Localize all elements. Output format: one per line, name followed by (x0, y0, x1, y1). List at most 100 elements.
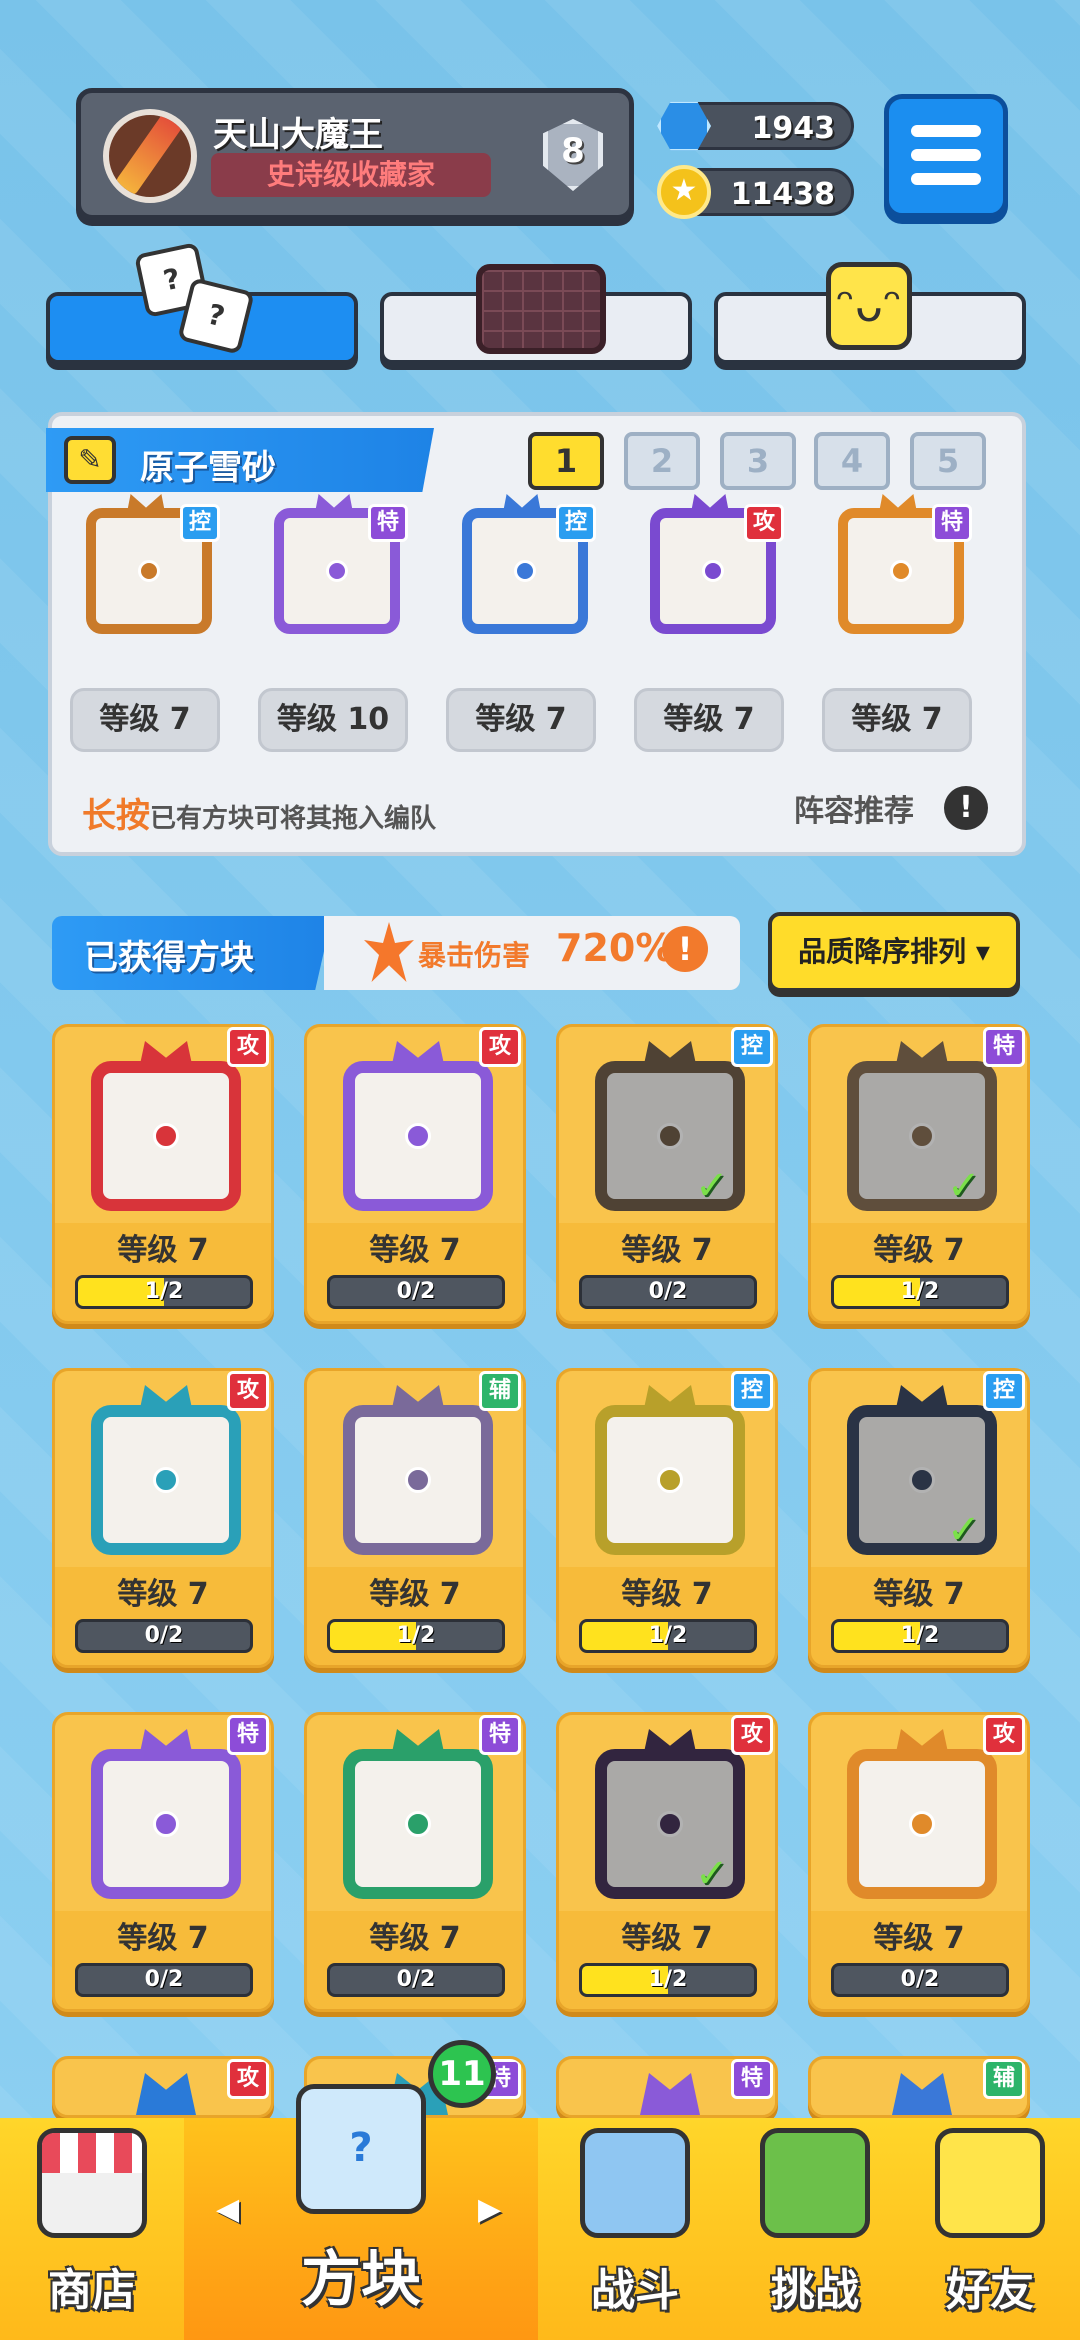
player-title-badge: 史诗级收藏家 (211, 153, 491, 197)
block-card[interactable]: 控 ✓ 等级 7 1/2 (808, 1368, 1030, 1668)
type-tag: 攻 (983, 1715, 1025, 1755)
nav-prev-icon[interactable]: ◀ (216, 2192, 239, 2227)
type-tag: 控 (180, 504, 220, 542)
nav-item-friends[interactable]: 好友 (900, 2118, 1080, 2340)
menu-icon (911, 125, 981, 137)
player-profile-card[interactable]: 天山大魔王 史诗级收藏家 8 (76, 88, 634, 220)
block-card[interactable]: 特 (556, 2056, 778, 2118)
lineup-card-level: 等级 7 (822, 688, 972, 752)
lineup-card[interactable]: 特 (264, 494, 408, 634)
upgrade-progress-bar: 0/2 (327, 1963, 505, 1997)
nav-label-challenge: 挑战 (771, 2265, 859, 2316)
upgrade-progress-text: 1/2 (648, 1967, 688, 1992)
upgrade-progress-text: 0/2 (396, 1279, 436, 1304)
board-icon (476, 264, 606, 354)
upgrade-progress-bar: 1/2 (579, 1619, 757, 1653)
nav-label-battle: 战斗 (591, 2265, 679, 2316)
owned-title: 已获得方块 (84, 938, 254, 978)
lineup-card[interactable]: 特 (828, 494, 972, 634)
upgrade-progress-text: 1/2 (648, 1623, 688, 1648)
lineup-card[interactable]: 控 (452, 494, 596, 634)
block-icon: ? (296, 2084, 426, 2214)
type-tag: 攻 (479, 1027, 521, 1067)
type-tag: 辅 (479, 1371, 521, 1411)
type-tag: 特 (227, 1715, 269, 1755)
lineup-slot-1[interactable]: 1 (528, 432, 604, 490)
block-card[interactable]: 辅 等级 7 1/2 (304, 1368, 526, 1668)
block-card[interactable]: 攻 (52, 2056, 274, 2118)
block-card[interactable]: 特 等级 7 0/2 (52, 1712, 274, 2012)
recommend-lineup-button[interactable]: 阵容推荐 (794, 786, 914, 830)
block-card[interactable]: 攻 等级 7 0/2 (304, 1024, 526, 1324)
hint-text: 已有方块可将其拖入编队 (150, 804, 437, 834)
notification-badge: 11 (428, 2040, 496, 2108)
type-tag: 攻 (227, 1371, 269, 1411)
challenge-icon (760, 2128, 870, 2238)
type-tag: 控 (983, 1371, 1025, 1411)
sort-dropdown[interactable]: 品质降序排列 ▾ (768, 912, 1020, 992)
battle-icon (580, 2128, 690, 2238)
block-level: 等级 7 (117, 1233, 209, 1268)
upgrade-progress-bar: 0/2 (831, 1963, 1009, 1997)
rank-badge[interactable]: 8 (533, 113, 613, 199)
lineup-card-level: 等级 10 (258, 688, 408, 752)
lineup-name[interactable]: 原子雪砂 (140, 440, 276, 489)
crit-label: 暴击伤害 (418, 939, 531, 972)
upgrade-progress-bar: 1/2 (75, 1275, 253, 1309)
nav-item-blocks[interactable]: ? 方块 (184, 2084, 538, 2340)
lineup-slot-5[interactable]: 5 (910, 432, 986, 490)
upgrade-progress-text: 0/2 (900, 1967, 940, 1992)
block-card[interactable]: 攻 等级 7 1/2 (52, 1024, 274, 1324)
lineup-card[interactable]: 攻 (640, 494, 784, 634)
coin-counter[interactable]: ★ 11438 (657, 165, 854, 219)
crit-info-icon[interactable]: ! (662, 926, 708, 972)
coin-icon: ★ (657, 165, 711, 219)
lineup-card-level: 等级 7 (70, 688, 220, 752)
block-level: 等级 7 (369, 1921, 461, 1956)
block-level: 等级 7 (117, 1921, 209, 1956)
upgrade-progress-text: 0/2 (144, 1967, 184, 1992)
block-level: 等级 7 (873, 1921, 965, 1956)
type-tag: 攻 (227, 1027, 269, 1067)
block-level: 等级 7 (621, 1233, 713, 1268)
lineup-card-level: 等级 7 (446, 688, 596, 752)
block-card[interactable]: 攻 等级 7 0/2 (52, 1368, 274, 1668)
type-tag: 攻 (227, 2059, 269, 2099)
block-card[interactable]: 攻 等级 7 0/2 (808, 1712, 1030, 2012)
lineup-slot-2[interactable]: 2 (624, 432, 700, 490)
nav-item-challenge[interactable]: 挑战 (730, 2118, 900, 2340)
block-card[interactable]: 控 ✓ 等级 7 0/2 (556, 1024, 778, 1324)
block-card[interactable]: 控 等级 7 1/2 (556, 1368, 778, 1668)
block-card[interactable]: 辅 (808, 2056, 1030, 2118)
check-icon: ✓ (947, 1163, 981, 1209)
block-card[interactable]: 特 等级 7 0/2 (304, 1712, 526, 2012)
info-icon[interactable]: ! (944, 786, 988, 830)
nav-label-blocks: 方块 (301, 2245, 421, 2315)
block-card[interactable]: 特 ✓ 等级 7 1/2 (808, 1024, 1030, 1324)
type-tag: 特 (731, 2059, 773, 2099)
block-level: 等级 7 (621, 1577, 713, 1612)
nav-item-battle[interactable]: 战斗 (540, 2118, 730, 2340)
block-card[interactable]: 攻 ✓ 等级 7 1/2 (556, 1712, 778, 2012)
type-tag: 特 (368, 504, 408, 542)
crit-value: 720% (556, 926, 674, 970)
player-name: 天山大魔王 (213, 115, 383, 155)
pencil-icon[interactable]: ✎ (64, 436, 116, 484)
upgrade-progress-bar: 0/2 (75, 1963, 253, 1997)
lineup-slot-4[interactable]: 4 (814, 432, 890, 490)
lineup-slot-3[interactable]: 3 (720, 432, 796, 490)
menu-button[interactable] (884, 94, 1008, 218)
nav-item-shop[interactable]: 商店 (0, 2118, 184, 2340)
gem-counter[interactable]: 1943 (657, 101, 854, 151)
nav-next-icon[interactable]: ▶ (478, 2192, 501, 2227)
type-tag: 控 (731, 1027, 773, 1067)
block-level: 等级 7 (117, 1577, 209, 1612)
block-level: 等级 7 (369, 1577, 461, 1612)
gem-count: 1943 (751, 111, 836, 146)
lineup-card[interactable]: 控 (76, 494, 220, 634)
smile-icon: ᵔᴗᵔ (826, 262, 912, 350)
avatar[interactable] (103, 109, 197, 203)
upgrade-progress-text: 1/2 (144, 1279, 184, 1304)
upgrade-progress-bar: 1/2 (327, 1619, 505, 1653)
upgrade-progress-bar: 0/2 (579, 1275, 757, 1309)
